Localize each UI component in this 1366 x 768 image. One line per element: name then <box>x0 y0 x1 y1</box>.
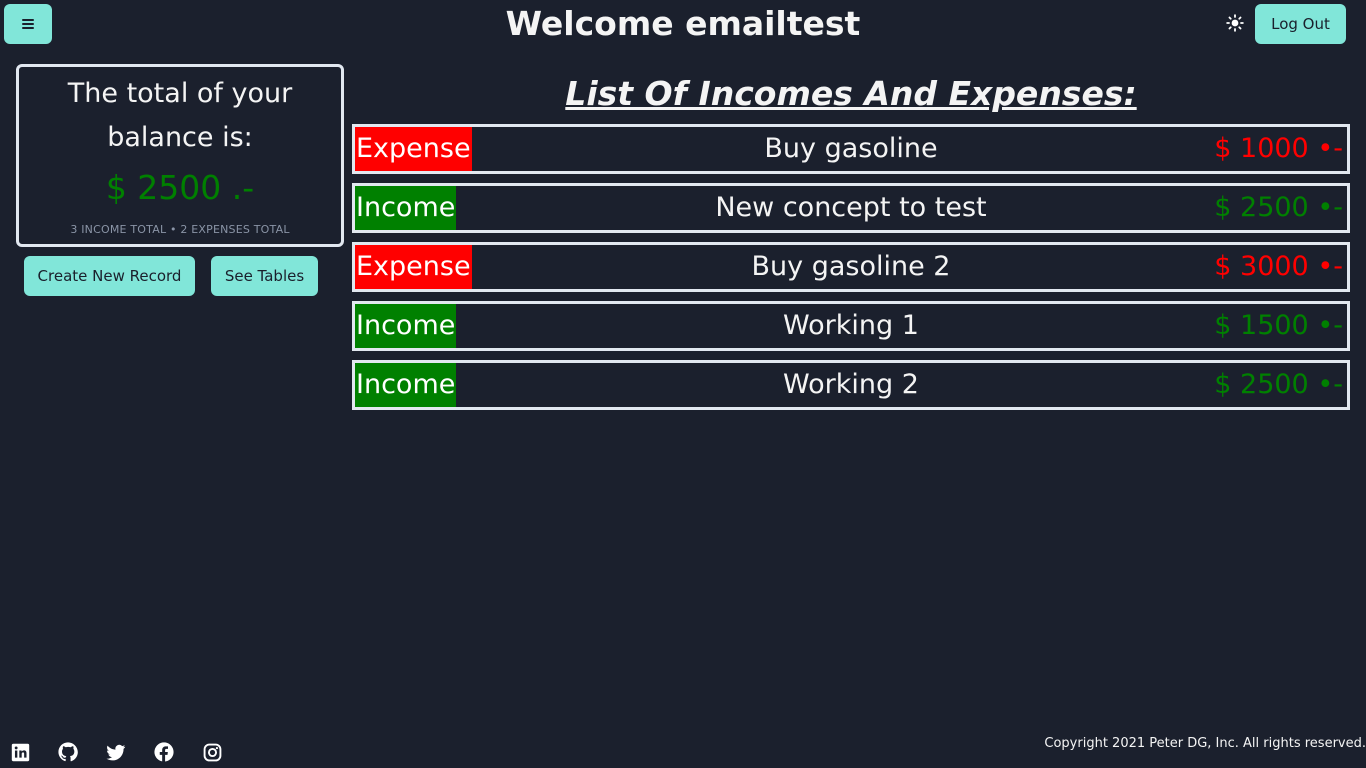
logout-button[interactable]: Log Out <box>1255 4 1346 44</box>
instagram-icon[interactable] <box>202 742 222 762</box>
records-list: Expense Buy gasoline $ 1000 •- Income Ne… <box>352 124 1350 419</box>
copyright-text: Copyright 2021 Peter DG, Inc. All rights… <box>1044 736 1366 751</box>
create-new-record-button[interactable]: Create New Record <box>24 256 195 296</box>
github-icon[interactable] <box>58 742 78 762</box>
balance-amount: $ 2500 .- <box>105 168 255 207</box>
record-row[interactable]: Income Working 1 $ 1500 •- <box>352 301 1350 351</box>
linkedin-icon[interactable] <box>10 742 30 762</box>
theme-toggle-button[interactable] <box>1222 10 1248 36</box>
balance-card: The total of your balance is: $ 2500 .- … <box>16 64 344 247</box>
twitter-icon[interactable] <box>106 742 126 762</box>
record-concept: New concept to test <box>715 192 987 223</box>
record-row[interactable]: Income New concept to test $ 2500 •- <box>352 183 1350 233</box>
record-type-badge: Expense <box>355 245 472 289</box>
balance-summary: 3 INCOME TOTAL • 2 EXPENSES TOTAL <box>70 223 290 236</box>
record-type-badge: Income <box>355 304 457 348</box>
menu-button[interactable] <box>4 4 52 44</box>
see-tables-button[interactable]: See Tables <box>211 256 318 296</box>
record-amount: $ 1000 •- <box>1214 133 1343 164</box>
record-concept: Working 2 <box>783 369 919 400</box>
record-concept: Working 1 <box>783 310 919 341</box>
social-links <box>10 742 222 762</box>
page-title: Welcome emailtest <box>505 4 861 43</box>
sun-icon <box>1226 14 1244 32</box>
record-amount: $ 1500 •- <box>1214 310 1343 341</box>
record-row[interactable]: Expense Buy gasoline 2 $ 3000 •- <box>352 242 1350 292</box>
record-amount: $ 2500 •- <box>1214 192 1343 223</box>
record-concept: Buy gasoline <box>764 133 938 164</box>
list-title: List Of Incomes And Expenses: <box>565 74 1137 113</box>
record-type-badge: Income <box>355 186 457 230</box>
record-concept: Buy gasoline 2 <box>751 251 951 282</box>
record-row[interactable]: Expense Buy gasoline $ 1000 •- <box>352 124 1350 174</box>
record-amount: $ 3000 •- <box>1214 251 1343 282</box>
hamburger-icon <box>22 19 34 29</box>
record-amount: $ 2500 •- <box>1214 369 1343 400</box>
facebook-icon[interactable] <box>154 742 174 762</box>
record-type-badge: Income <box>355 363 457 407</box>
record-row[interactable]: Income Working 2 $ 2500 •- <box>352 360 1350 410</box>
balance-heading: The total of your balance is: <box>67 78 293 153</box>
record-type-badge: Expense <box>355 127 472 171</box>
